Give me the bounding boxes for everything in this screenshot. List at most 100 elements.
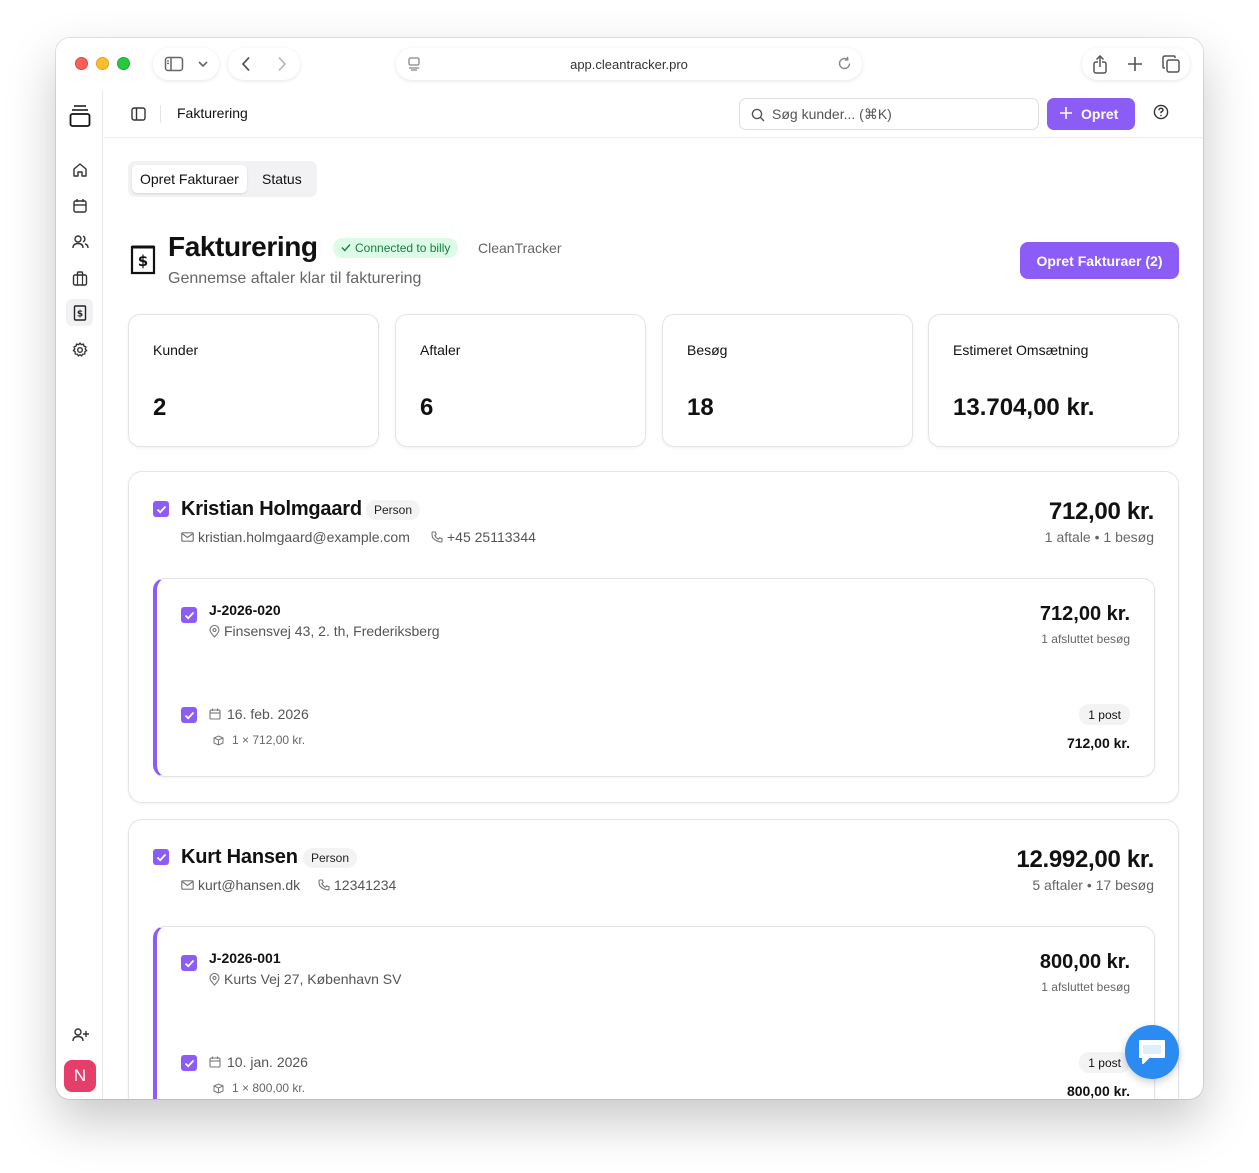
sidebar-collapse-icon[interactable] — [131, 107, 146, 121]
agreement-visits-summary: 1 afsluttet besøg — [1041, 980, 1130, 994]
user-avatar[interactable]: N — [64, 1060, 96, 1092]
visit-date: 10. jan. 2026 — [209, 1054, 308, 1070]
nav-calendar[interactable] — [70, 196, 90, 216]
svg-text:$: $ — [138, 252, 148, 270]
reload-icon[interactable] — [837, 56, 852, 71]
agreement-total: 712,00 kr. — [1039, 603, 1130, 625]
nav-invoicing[interactable]: $ — [66, 299, 93, 326]
check-icon — [156, 853, 166, 861]
calendar-icon — [209, 708, 221, 720]
invite-user-button[interactable] — [70, 1025, 90, 1045]
customer-search-input[interactable]: Søg kunder... (⌘K) — [739, 98, 1039, 130]
customer-summary: 1 aftale • 1 besøg — [1044, 529, 1154, 545]
sidebar-toggle-button[interactable] — [153, 48, 219, 80]
phone-icon — [318, 879, 330, 891]
visit-date: 16. feb. 2026 — [209, 706, 309, 722]
svg-text:$: $ — [76, 309, 82, 319]
customer-summary: 5 aftaler • 17 besøg — [1032, 877, 1154, 893]
visit-line-item: 1 × 712,00 kr. — [213, 733, 305, 747]
customer-email: kurt@hansen.dk — [181, 877, 300, 893]
customer-phone-text: 12341234 — [334, 877, 397, 893]
agreement-checkbox[interactable] — [181, 607, 197, 623]
visit-posts-badge: 1 post — [1079, 704, 1130, 725]
app-header: Fakturering Søg kunder... (⌘K) Opret — [104, 90, 1203, 138]
nav-jobs[interactable] — [70, 268, 90, 288]
customer-phone-text: +45 25113344 — [447, 529, 536, 545]
check-icon — [184, 711, 194, 719]
nav-customers[interactable] — [70, 232, 90, 252]
address-bar[interactable]: app.cleantracker.pro — [396, 48, 862, 80]
customer-phone: 12341234 — [318, 877, 396, 893]
users-icon — [71, 235, 89, 249]
close-window-button[interactable] — [75, 57, 88, 70]
browser-actions — [1082, 48, 1190, 80]
agreement-address: Finsensvej 43, 2. th, Frederiksberg — [209, 623, 440, 639]
tab-create-invoices[interactable]: Opret Fakturaer — [132, 165, 247, 193]
stat-card-visits: Besøg 18 — [662, 314, 913, 447]
back-arrow-icon[interactable] — [241, 56, 251, 72]
plus-icon — [1060, 107, 1072, 119]
app-sidebar: $ N — [56, 90, 103, 1099]
customer-total: 712,00 kr. — [1048, 498, 1154, 525]
agreement-number: J-2026-001 — [209, 950, 281, 966]
create-button[interactable]: Opret — [1047, 98, 1135, 130]
layers-icon — [69, 105, 91, 127]
tab-status[interactable]: Status — [254, 165, 310, 193]
main-content: Opret Fakturaer Status $ Fakturering Con… — [104, 139, 1203, 1099]
stat-label: Besøg — [687, 342, 728, 358]
visit-line-item: 1 × 800,00 kr. — [213, 1081, 305, 1095]
integration-status-text: Connected to billy — [355, 241, 451, 255]
browser-toolbar: app.cleantracker.pro — [56, 38, 1203, 90]
check-icon — [341, 244, 351, 252]
phone-icon — [431, 531, 443, 543]
visit-line-text: 1 × 712,00 kr. — [232, 733, 306, 747]
help-icon[interactable] — [1153, 104, 1169, 120]
zoom-window-button[interactable] — [117, 57, 130, 70]
nav-settings[interactable] — [70, 340, 90, 360]
agreement-checkbox[interactable] — [181, 955, 197, 971]
invoice-icon: $ — [130, 245, 156, 275]
header-divider — [160, 105, 161, 123]
customer-email-text: kurt@hansen.dk — [198, 877, 301, 893]
check-icon — [156, 505, 166, 513]
create-invoices-button[interactable]: Opret Fakturaer (2) — [1020, 242, 1179, 279]
check-icon — [184, 611, 194, 619]
url-text: app.cleantracker.pro — [570, 56, 688, 72]
check-icon — [184, 1059, 194, 1067]
visit-amount: 800,00 kr. — [1066, 1083, 1130, 1099]
customer-name: Kurt Hansen — [181, 846, 298, 868]
tab-overview-icon[interactable] — [1162, 55, 1180, 73]
customer-checkbox[interactable] — [153, 501, 169, 517]
customer-name: Kristian Holmgaard — [181, 498, 362, 520]
calendar-icon — [73, 199, 87, 213]
visit-posts-badge: 1 post — [1079, 1052, 1130, 1073]
customer-email: kristian.holmgaard@example.com — [181, 529, 410, 545]
calendar-icon — [209, 1056, 221, 1068]
minimize-window-button[interactable] — [96, 57, 109, 70]
agreement-card: J-2026-001 Kurts Vej 27, København SV 80… — [153, 926, 1155, 1099]
stat-card-revenue: Estimeret Omsætning 13.704,00 kr. — [928, 314, 1179, 447]
customer-card: Kurt Hansen Person kurt@hansen.dk 123412… — [128, 819, 1179, 1099]
customer-card: Kristian Holmgaard Person kristian.holmg… — [128, 471, 1179, 803]
stat-label: Aftaler — [420, 342, 461, 358]
customer-phone: +45 25113344 — [431, 529, 536, 545]
share-icon[interactable] — [1092, 54, 1108, 74]
forward-arrow-icon[interactable] — [277, 56, 287, 72]
nav-home[interactable] — [70, 160, 90, 180]
visit-amount: 712,00 kr. — [1066, 735, 1130, 751]
agreement-address: Kurts Vej 27, København SV — [209, 971, 401, 987]
mail-icon — [181, 532, 194, 542]
chat-support-button[interactable] — [1125, 1025, 1179, 1079]
home-icon — [73, 163, 87, 177]
visit-checkbox[interactable] — [181, 1055, 197, 1071]
customer-checkbox[interactable] — [153, 849, 169, 865]
app-logo[interactable] — [68, 104, 92, 128]
page-settings-icon[interactable] — [408, 57, 420, 71]
breadcrumb: Fakturering — [177, 105, 248, 121]
agreement-visits-summary: 1 afsluttet besøg — [1041, 632, 1130, 646]
visit-line-text: 1 × 800,00 kr. — [232, 1081, 306, 1095]
new-tab-icon[interactable] — [1127, 56, 1143, 72]
customer-type-badge: Person — [303, 848, 358, 868]
visit-checkbox[interactable] — [181, 707, 197, 723]
organization-name: CleanTracker — [478, 240, 562, 256]
